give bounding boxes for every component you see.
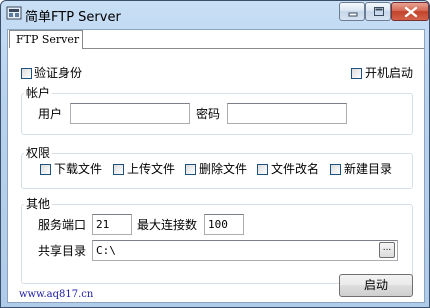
maximize-button[interactable] xyxy=(365,2,391,21)
perm-delete-label: 删除文件 xyxy=(199,162,248,176)
start-button[interactable]: 启动 xyxy=(339,274,413,297)
ftp-app-icon xyxy=(6,6,22,20)
title-bar[interactable]: 简单FTP Server xyxy=(1,1,429,29)
perm-upload-checkbox[interactable] xyxy=(113,164,124,175)
app-window: 简单FTP Server FTP Server 验证身份 开机启动 帐户 用户 … xyxy=(0,0,430,308)
minimize-icon xyxy=(348,12,358,17)
password-input[interactable] xyxy=(227,103,347,124)
maximize-icon xyxy=(374,7,384,16)
permissions-group-title: 权限 xyxy=(24,146,53,160)
max-connections-input[interactable]: 100 xyxy=(204,214,244,235)
perm-rename-label: 文件改名 xyxy=(271,162,320,176)
perm-mkdir-checkbox[interactable] xyxy=(330,164,341,175)
perm-download-checkbox[interactable] xyxy=(40,164,51,175)
tab-strip: FTP Server xyxy=(8,30,424,50)
auth-label: 验证身份 xyxy=(34,66,83,80)
minimize-button[interactable] xyxy=(339,2,365,21)
close-button[interactable] xyxy=(391,2,429,21)
port-input[interactable]: 21 xyxy=(92,214,132,235)
perm-download-label: 下载文件 xyxy=(54,162,103,176)
perm-mkdir-label: 新建目录 xyxy=(344,162,393,176)
perm-delete-checkbox[interactable] xyxy=(185,164,196,175)
tab-ftp-server[interactable]: FTP Server xyxy=(9,30,83,48)
auth-checkbox[interactable] xyxy=(21,68,32,79)
user-label: 用户 xyxy=(38,107,63,121)
other-group-title: 其他 xyxy=(24,197,53,211)
tab-panel: 验证身份 开机启动 帐户 用户 密码 权限 下载文件 上传文件 删除文件 文件改… xyxy=(8,49,424,302)
window-title: 简单FTP Server xyxy=(25,10,121,25)
client-area: FTP Server 验证身份 开机启动 帐户 用户 密码 权限 下载文件 上传… xyxy=(7,29,425,303)
max-connections-label: 最大连接数 xyxy=(137,218,198,232)
user-input[interactable] xyxy=(70,103,190,124)
account-group-title: 帐户 xyxy=(24,86,53,100)
password-label: 密码 xyxy=(196,107,221,121)
share-dir-label: 共享目录 xyxy=(38,244,87,258)
close-icon xyxy=(404,6,418,18)
perm-rename-checkbox[interactable] xyxy=(257,164,268,175)
perm-upload-label: 上传文件 xyxy=(127,162,176,176)
website-link[interactable]: www.aq817.cn xyxy=(19,289,93,300)
autostart-label: 开机启动 xyxy=(365,66,414,80)
browse-button[interactable]: ... xyxy=(379,242,395,258)
autostart-checkbox[interactable] xyxy=(351,68,362,79)
share-dir-input[interactable]: C:\ xyxy=(92,240,398,261)
port-label: 服务端口 xyxy=(38,218,87,232)
